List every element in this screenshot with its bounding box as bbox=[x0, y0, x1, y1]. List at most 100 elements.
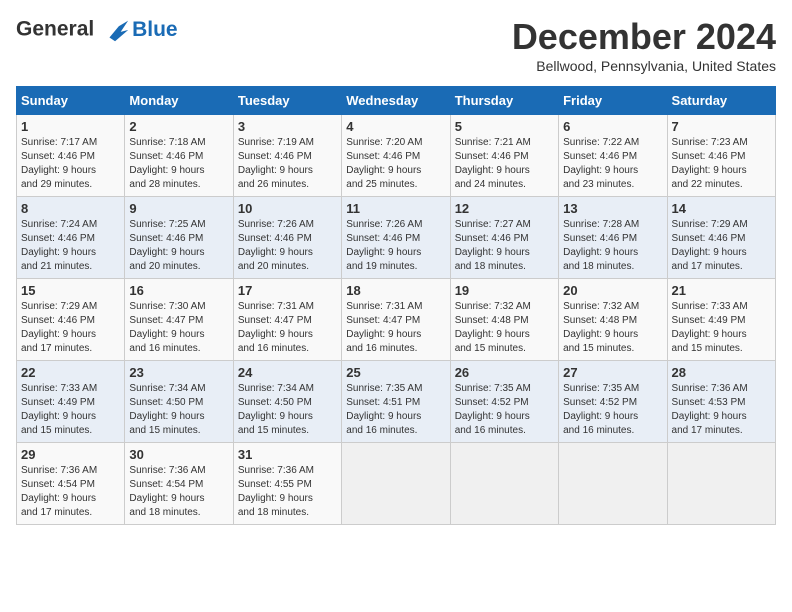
calendar-cell: 4 Sunrise: 7:20 AM Sunset: 4:46 PM Dayli… bbox=[342, 115, 450, 197]
calendar-cell: 27 Sunrise: 7:35 AM Sunset: 4:52 PM Dayl… bbox=[559, 361, 667, 443]
day-number: 13 bbox=[563, 201, 662, 216]
day-info: Sunrise: 7:30 AM Sunset: 4:47 PM Dayligh… bbox=[129, 300, 228, 356]
day-number: 2 bbox=[129, 119, 228, 134]
weekday-header-saturday: Saturday bbox=[667, 87, 775, 115]
calendar-cell: 7 Sunrise: 7:23 AM Sunset: 4:46 PM Dayli… bbox=[667, 115, 775, 197]
day-number: 24 bbox=[238, 365, 337, 380]
title-block: December 2024 Bellwood, Pennsylvania, Un… bbox=[512, 16, 776, 74]
calendar-cell: 10 Sunrise: 7:26 AM Sunset: 4:46 PM Dayl… bbox=[233, 197, 341, 279]
logo-bird-icon bbox=[102, 16, 130, 44]
day-info: Sunrise: 7:36 AM Sunset: 4:53 PM Dayligh… bbox=[672, 382, 771, 438]
day-info: Sunrise: 7:28 AM Sunset: 4:46 PM Dayligh… bbox=[563, 218, 662, 274]
calendar-cell bbox=[450, 443, 558, 525]
day-info: Sunrise: 7:36 AM Sunset: 4:54 PM Dayligh… bbox=[21, 464, 120, 520]
day-number: 19 bbox=[455, 283, 554, 298]
day-number: 16 bbox=[129, 283, 228, 298]
day-info: Sunrise: 7:33 AM Sunset: 4:49 PM Dayligh… bbox=[21, 382, 120, 438]
weekday-header-row: SundayMondayTuesdayWednesdayThursdayFrid… bbox=[17, 87, 776, 115]
day-number: 9 bbox=[129, 201, 228, 216]
day-info: Sunrise: 7:18 AM Sunset: 4:46 PM Dayligh… bbox=[129, 136, 228, 192]
day-number: 8 bbox=[21, 201, 120, 216]
day-info: Sunrise: 7:31 AM Sunset: 4:47 PM Dayligh… bbox=[346, 300, 445, 356]
calendar-cell: 20 Sunrise: 7:32 AM Sunset: 4:48 PM Dayl… bbox=[559, 279, 667, 361]
calendar-cell: 17 Sunrise: 7:31 AM Sunset: 4:47 PM Dayl… bbox=[233, 279, 341, 361]
day-info: Sunrise: 7:35 AM Sunset: 4:51 PM Dayligh… bbox=[346, 382, 445, 438]
calendar-cell: 14 Sunrise: 7:29 AM Sunset: 4:46 PM Dayl… bbox=[667, 197, 775, 279]
day-number: 10 bbox=[238, 201, 337, 216]
calendar-cell: 6 Sunrise: 7:22 AM Sunset: 4:46 PM Dayli… bbox=[559, 115, 667, 197]
calendar-cell: 18 Sunrise: 7:31 AM Sunset: 4:47 PM Dayl… bbox=[342, 279, 450, 361]
day-number: 5 bbox=[455, 119, 554, 134]
week-row-3: 15 Sunrise: 7:29 AM Sunset: 4:46 PM Dayl… bbox=[17, 279, 776, 361]
calendar-cell: 16 Sunrise: 7:30 AM Sunset: 4:47 PM Dayl… bbox=[125, 279, 233, 361]
day-info: Sunrise: 7:21 AM Sunset: 4:46 PM Dayligh… bbox=[455, 136, 554, 192]
calendar-cell: 22 Sunrise: 7:33 AM Sunset: 4:49 PM Dayl… bbox=[17, 361, 125, 443]
weekday-header-tuesday: Tuesday bbox=[233, 87, 341, 115]
logo-general: General bbox=[16, 18, 94, 41]
day-number: 21 bbox=[672, 283, 771, 298]
calendar-cell: 5 Sunrise: 7:21 AM Sunset: 4:46 PM Dayli… bbox=[450, 115, 558, 197]
calendar-cell: 30 Sunrise: 7:36 AM Sunset: 4:54 PM Dayl… bbox=[125, 443, 233, 525]
day-number: 15 bbox=[21, 283, 120, 298]
day-number: 6 bbox=[563, 119, 662, 134]
day-info: Sunrise: 7:19 AM Sunset: 4:46 PM Dayligh… bbox=[238, 136, 337, 192]
calendar-cell bbox=[342, 443, 450, 525]
logo-text: General bbox=[16, 16, 130, 44]
calendar-cell: 13 Sunrise: 7:28 AM Sunset: 4:46 PM Dayl… bbox=[559, 197, 667, 279]
day-number: 29 bbox=[21, 447, 120, 462]
calendar-table: SundayMondayTuesdayWednesdayThursdayFrid… bbox=[16, 86, 776, 525]
logo-blue: Blue bbox=[132, 18, 178, 42]
day-info: Sunrise: 7:25 AM Sunset: 4:46 PM Dayligh… bbox=[129, 218, 228, 274]
calendar-cell: 28 Sunrise: 7:36 AM Sunset: 4:53 PM Dayl… bbox=[667, 361, 775, 443]
day-info: Sunrise: 7:36 AM Sunset: 4:54 PM Dayligh… bbox=[129, 464, 228, 520]
day-number: 4 bbox=[346, 119, 445, 134]
calendar-cell: 24 Sunrise: 7:34 AM Sunset: 4:50 PM Dayl… bbox=[233, 361, 341, 443]
day-number: 17 bbox=[238, 283, 337, 298]
calendar-cell: 3 Sunrise: 7:19 AM Sunset: 4:46 PM Dayli… bbox=[233, 115, 341, 197]
day-number: 3 bbox=[238, 119, 337, 134]
day-number: 18 bbox=[346, 283, 445, 298]
day-number: 11 bbox=[346, 201, 445, 216]
location-text: Bellwood, Pennsylvania, United States bbox=[512, 58, 776, 74]
calendar-cell: 29 Sunrise: 7:36 AM Sunset: 4:54 PM Dayl… bbox=[17, 443, 125, 525]
day-number: 12 bbox=[455, 201, 554, 216]
day-info: Sunrise: 7:24 AM Sunset: 4:46 PM Dayligh… bbox=[21, 218, 120, 274]
day-number: 26 bbox=[455, 365, 554, 380]
calendar-cell: 25 Sunrise: 7:35 AM Sunset: 4:51 PM Dayl… bbox=[342, 361, 450, 443]
week-row-2: 8 Sunrise: 7:24 AM Sunset: 4:46 PM Dayli… bbox=[17, 197, 776, 279]
calendar-cell: 2 Sunrise: 7:18 AM Sunset: 4:46 PM Dayli… bbox=[125, 115, 233, 197]
day-info: Sunrise: 7:33 AM Sunset: 4:49 PM Dayligh… bbox=[672, 300, 771, 356]
day-info: Sunrise: 7:26 AM Sunset: 4:46 PM Dayligh… bbox=[238, 218, 337, 274]
day-info: Sunrise: 7:27 AM Sunset: 4:46 PM Dayligh… bbox=[455, 218, 554, 274]
day-number: 14 bbox=[672, 201, 771, 216]
day-number: 22 bbox=[21, 365, 120, 380]
day-info: Sunrise: 7:34 AM Sunset: 4:50 PM Dayligh… bbox=[129, 382, 228, 438]
day-info: Sunrise: 7:22 AM Sunset: 4:46 PM Dayligh… bbox=[563, 136, 662, 192]
calendar-cell: 11 Sunrise: 7:26 AM Sunset: 4:46 PM Dayl… bbox=[342, 197, 450, 279]
weekday-header-wednesday: Wednesday bbox=[342, 87, 450, 115]
day-info: Sunrise: 7:35 AM Sunset: 4:52 PM Dayligh… bbox=[563, 382, 662, 438]
day-info: Sunrise: 7:34 AM Sunset: 4:50 PM Dayligh… bbox=[238, 382, 337, 438]
weekday-header-sunday: Sunday bbox=[17, 87, 125, 115]
day-info: Sunrise: 7:17 AM Sunset: 4:46 PM Dayligh… bbox=[21, 136, 120, 192]
calendar-cell: 21 Sunrise: 7:33 AM Sunset: 4:49 PM Dayl… bbox=[667, 279, 775, 361]
day-info: Sunrise: 7:31 AM Sunset: 4:47 PM Dayligh… bbox=[238, 300, 337, 356]
calendar-cell: 26 Sunrise: 7:35 AM Sunset: 4:52 PM Dayl… bbox=[450, 361, 558, 443]
day-info: Sunrise: 7:36 AM Sunset: 4:55 PM Dayligh… bbox=[238, 464, 337, 520]
page-header: General Blue December 2024 Bellwood, Pen… bbox=[16, 16, 776, 74]
day-info: Sunrise: 7:35 AM Sunset: 4:52 PM Dayligh… bbox=[455, 382, 554, 438]
calendar-cell: 8 Sunrise: 7:24 AM Sunset: 4:46 PM Dayli… bbox=[17, 197, 125, 279]
calendar-cell: 12 Sunrise: 7:27 AM Sunset: 4:46 PM Dayl… bbox=[450, 197, 558, 279]
calendar-cell: 15 Sunrise: 7:29 AM Sunset: 4:46 PM Dayl… bbox=[17, 279, 125, 361]
day-number: 23 bbox=[129, 365, 228, 380]
calendar-cell: 19 Sunrise: 7:32 AM Sunset: 4:48 PM Dayl… bbox=[450, 279, 558, 361]
day-info: Sunrise: 7:23 AM Sunset: 4:46 PM Dayligh… bbox=[672, 136, 771, 192]
day-info: Sunrise: 7:29 AM Sunset: 4:46 PM Dayligh… bbox=[672, 218, 771, 274]
calendar-cell bbox=[559, 443, 667, 525]
day-number: 30 bbox=[129, 447, 228, 462]
day-number: 7 bbox=[672, 119, 771, 134]
day-number: 28 bbox=[672, 365, 771, 380]
day-info: Sunrise: 7:20 AM Sunset: 4:46 PM Dayligh… bbox=[346, 136, 445, 192]
month-title: December 2024 bbox=[512, 16, 776, 58]
day-number: 25 bbox=[346, 365, 445, 380]
